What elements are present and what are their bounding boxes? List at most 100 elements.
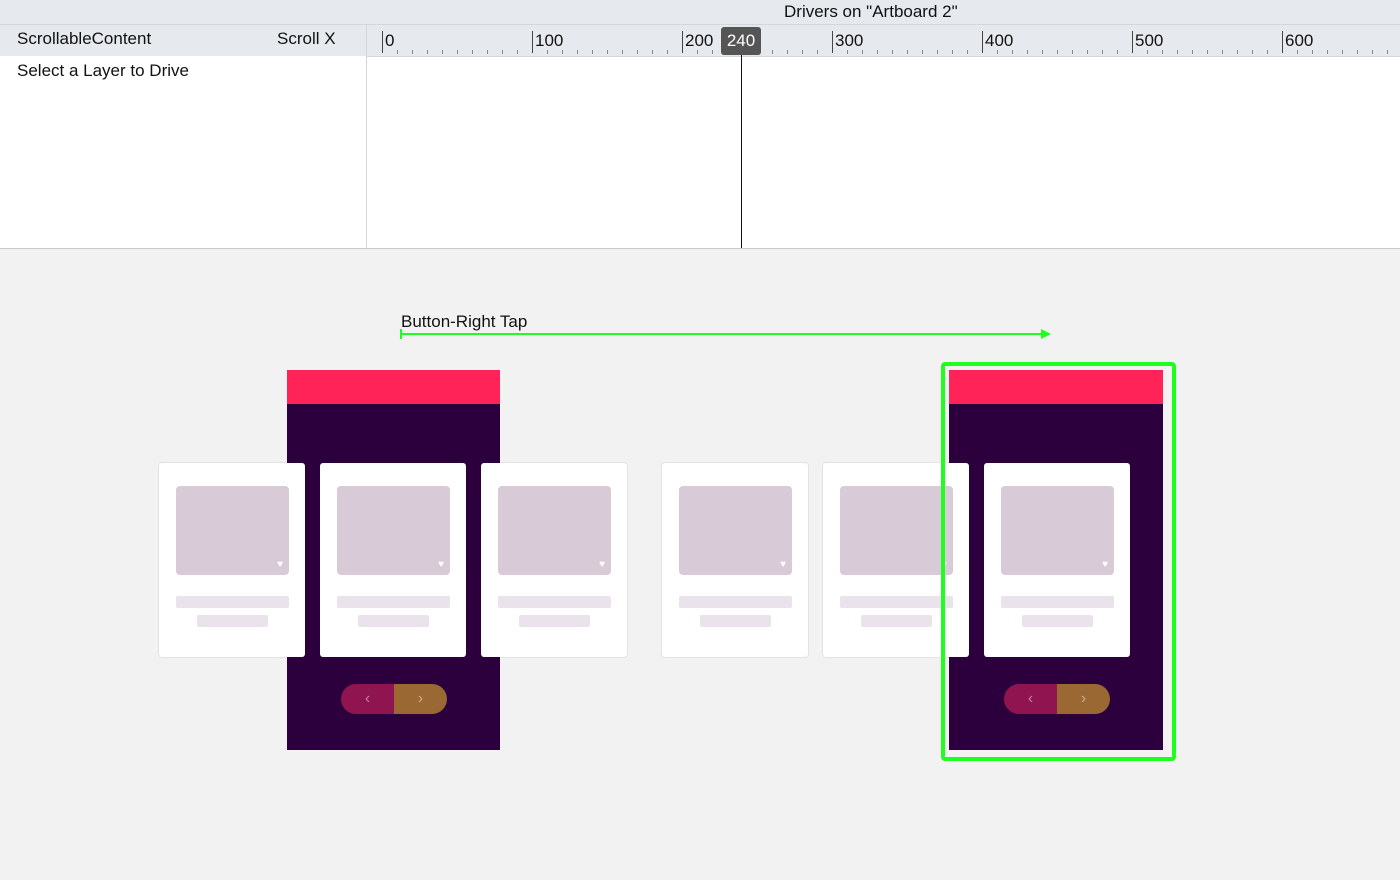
ruler-minor-tick	[1012, 50, 1013, 54]
card-subtitle-placeholder	[700, 615, 771, 627]
column-divider[interactable]	[366, 24, 367, 248]
ruler-minor-tick	[1042, 50, 1043, 54]
ruler-minor-tick	[922, 50, 923, 54]
timeline-ruler[interactable]: 0 100 200 300 400 500 600	[367, 25, 1400, 56]
chevron-left-icon: ‹	[364, 690, 371, 707]
ruler-minor-tick	[412, 50, 413, 54]
ruler-minor-tick	[1147, 50, 1148, 54]
card-title-placeholder	[679, 596, 792, 608]
heart-icon[interactable]: ♥	[438, 560, 444, 570]
ruler-minor-tick	[1252, 50, 1253, 54]
ruler-major-tick	[832, 31, 833, 53]
ruler-minor-tick	[1177, 50, 1178, 54]
transition-arrow[interactable]	[399, 328, 1055, 340]
heart-icon[interactable]: ♥	[780, 560, 786, 570]
ruler-minor-tick	[607, 50, 608, 54]
ruler-minor-tick	[562, 50, 563, 54]
ruler-minor-tick	[442, 50, 443, 54]
product-card[interactable]: ♥	[662, 463, 808, 657]
ruler-minor-tick	[712, 50, 713, 54]
ruler-minor-tick	[1297, 50, 1298, 54]
card-subtitle-placeholder	[197, 615, 268, 627]
select-layer-hint[interactable]: Select a Layer to Drive	[17, 61, 189, 81]
playhead-line[interactable]	[741, 55, 742, 248]
product-card[interactable]: ♥	[481, 463, 627, 657]
ruler-minor-tick	[772, 50, 773, 54]
ruler-minor-tick	[1057, 50, 1058, 54]
ruler-minor-tick	[622, 50, 623, 54]
ruler-label: 400	[985, 31, 1014, 50]
card-subtitle-placeholder	[861, 615, 932, 627]
ruler-minor-tick	[457, 50, 458, 54]
ruler-minor-tick	[847, 50, 848, 54]
ruler-minor-tick	[517, 50, 518, 54]
drivers-title-bar: Drivers on "Artboard 2"	[0, 0, 1400, 25]
ruler-minor-tick	[1087, 50, 1088, 54]
product-card[interactable]: ♥	[159, 463, 305, 657]
heart-icon[interactable]: ♥	[277, 560, 283, 570]
ruler-minor-tick	[907, 50, 908, 54]
ruler-major-tick	[682, 31, 683, 53]
ruler-minor-tick	[1342, 50, 1343, 54]
ruler-major-tick	[1132, 31, 1133, 53]
ruler-minor-tick	[877, 50, 878, 54]
driver-layer-name[interactable]: ScrollableContent	[17, 29, 151, 49]
heart-icon[interactable]: ♥	[599, 560, 605, 570]
selected-state-outline[interactable]	[941, 362, 1176, 761]
ruler-minor-tick	[1072, 50, 1073, 54]
card-subtitle-placeholder	[519, 615, 590, 627]
ruler-minor-tick	[1207, 50, 1208, 54]
card-image: ♥	[176, 486, 289, 575]
ruler-major-tick	[532, 31, 533, 53]
carousel-nav-pill: ‹ ›	[341, 684, 447, 714]
button-left[interactable]: ‹	[341, 684, 394, 714]
ruler-minor-tick	[1162, 50, 1163, 54]
playhead-value-badge[interactable]: 240	[721, 27, 761, 55]
ruler-minor-tick	[802, 50, 803, 54]
ruler-minor-tick	[1372, 50, 1373, 54]
ruler-minor-tick	[952, 50, 953, 54]
ruler-major-tick	[1282, 31, 1283, 53]
ruler-label: 100	[535, 31, 564, 50]
ruler-minor-tick	[637, 50, 638, 54]
ruler-minor-tick	[1222, 50, 1223, 54]
ruler-minor-tick	[1387, 50, 1388, 54]
ruler-label: 0	[385, 31, 395, 50]
card-image: ♥	[498, 486, 611, 575]
card-title-placeholder	[337, 596, 450, 608]
ruler-minor-tick	[667, 50, 668, 54]
ruler-minor-tick	[1327, 50, 1328, 54]
ruler-minor-tick	[697, 50, 698, 54]
card-title-placeholder	[176, 596, 289, 608]
ruler-minor-tick	[547, 50, 548, 54]
ruler-minor-tick	[817, 50, 818, 54]
artboard-canvas[interactable]: Button-Right Tap ♥ ♥ ♥ ♥ ♥ ♥ ‹ › ‹ ›	[0, 249, 1400, 880]
ruler-minor-tick	[487, 50, 488, 54]
card-image: ♥	[337, 486, 450, 575]
ruler-minor-tick	[472, 50, 473, 54]
driver-property-name[interactable]: Scroll X	[277, 29, 336, 49]
ruler-minor-tick	[997, 50, 998, 54]
ruler-major-tick	[982, 31, 983, 53]
ruler-major-tick	[382, 31, 383, 53]
product-card[interactable]: ♥	[320, 463, 466, 657]
drivers-panel: Drivers on "Artboard 2" ScrollableConten…	[0, 0, 1400, 249]
ruler-minor-tick	[1267, 50, 1268, 54]
ruler-minor-tick	[592, 50, 593, 54]
ruler-minor-tick	[967, 50, 968, 54]
ruler-label: 300	[835, 31, 864, 50]
card-image: ♥	[840, 486, 953, 575]
ruler-label: 500	[1135, 31, 1164, 50]
button-right[interactable]: ›	[394, 684, 447, 714]
ruler-minor-tick	[787, 50, 788, 54]
ruler-label: 600	[1285, 31, 1314, 50]
ruler-minor-tick	[862, 50, 863, 54]
app-header-bar	[287, 370, 500, 404]
card-image: ♥	[679, 486, 792, 575]
ruler-minor-tick	[892, 50, 893, 54]
chevron-right-icon: ›	[417, 690, 424, 707]
ruler-minor-tick	[1102, 50, 1103, 54]
driver-list: Select a Layer to Drive	[0, 56, 366, 248]
card-title-placeholder	[498, 596, 611, 608]
drivers-title: Drivers on "Artboard 2"	[784, 2, 958, 21]
